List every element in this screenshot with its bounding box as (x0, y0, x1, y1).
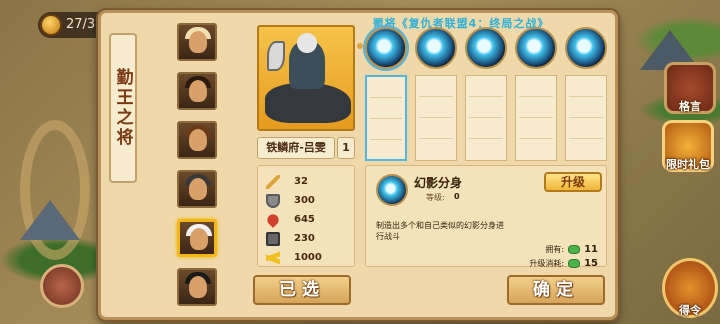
skill-swirl-icon[interactable] (415, 27, 457, 69)
skill-name: 幻影分身 (414, 176, 463, 190)
motto-button[interactable]: 格言 (664, 62, 716, 114)
skill-column[interactable] (465, 27, 509, 161)
stat-attack: 32 (266, 172, 350, 191)
joystick-icon[interactable] (40, 264, 84, 308)
owned-value: 11 (584, 244, 598, 255)
map-mountain (20, 200, 80, 240)
coin-icon (40, 14, 62, 36)
hero-stats: 32 300 645 230 1000 (257, 165, 355, 267)
hero-portrait[interactable] (177, 170, 217, 208)
skill-wave-icon[interactable] (465, 27, 507, 69)
stat-energy: 1000 (266, 248, 350, 267)
cost-label: 升级消耗: (529, 259, 565, 268)
skill-description: 制造出多个和自己类似的幻影分身进行战斗 (376, 221, 504, 241)
cost-value: 15 (584, 258, 598, 269)
limited-gift-button[interactable]: 限时礼包 (662, 120, 714, 172)
hero-portrait[interactable] (177, 72, 217, 110)
upgrade-button[interactable]: 升级 (544, 172, 602, 192)
owned-label: 拥有: (545, 245, 565, 254)
skill-slot-stack (515, 75, 557, 161)
hero-portrait-list (177, 23, 221, 317)
skill-column[interactable] (365, 27, 409, 161)
hero-face (189, 31, 207, 53)
hero-head (297, 33, 317, 53)
armor-icon (266, 231, 280, 246)
hero-face (189, 129, 207, 151)
motto-button-label: 格言 (679, 100, 701, 113)
upgrade-cost: 升级消耗: 15 (529, 258, 598, 269)
gem-icon (568, 245, 581, 254)
gem-icon (568, 259, 581, 268)
skill-slot-stack (465, 75, 507, 161)
stat-defense: 300 (266, 191, 350, 210)
panel-banner: 勤王之将 (109, 33, 137, 183)
bolt-icon (266, 250, 280, 265)
skill-tornado-icon (376, 174, 408, 206)
hero-level: 1 (337, 137, 355, 159)
hero-portrait[interactable] (177, 268, 217, 306)
skill-column[interactable] (415, 27, 459, 161)
stat-armor: 230 (266, 229, 350, 248)
hero-face (189, 178, 207, 200)
hero-face (190, 228, 208, 250)
hero-face (189, 276, 207, 298)
skill-column[interactable] (565, 27, 609, 161)
stat-value: 32 (294, 176, 308, 187)
axe-icon (267, 41, 285, 71)
skill-slot-stack (365, 75, 407, 161)
stat-value: 1000 (294, 252, 322, 263)
stat-value: 230 (294, 233, 315, 244)
confirm-button[interactable]: 确定 (507, 275, 605, 305)
hero-portrait[interactable] (177, 121, 217, 159)
limited-gift-label: 限时礼包 (666, 158, 710, 171)
skill-level-value: 0 (454, 192, 460, 201)
hero-select-panel: 蜀将《复仇者联盟4：终局之战》 勤王之将 铁鳞府-吕雯 1 32 300 645… (98, 10, 618, 320)
hero-name: 铁鳞府-吕雯 (257, 137, 335, 159)
heart-icon (265, 211, 281, 228)
hero-portrait[interactable] (177, 23, 217, 61)
sword-icon (266, 174, 280, 189)
status-dot (357, 43, 363, 49)
hero-portrait-selected[interactable] (177, 219, 217, 257)
skill-column[interactable] (515, 27, 559, 161)
skill-tornado-icon[interactable] (365, 27, 407, 69)
hero-art (257, 25, 355, 131)
skill-wind-icon[interactable] (515, 27, 557, 69)
order-button[interactable]: 得令 (662, 258, 718, 318)
shield-icon (266, 193, 280, 208)
skill-level-label: 等级: (426, 193, 445, 202)
selected-button[interactable]: 已选 (253, 275, 351, 305)
hero-face (189, 80, 207, 102)
order-button-label: 得令 (679, 304, 701, 317)
stat-health: 645 (265, 210, 350, 229)
skill-detail: 幻影分身 等级: 0 升级 制造出多个和自己类似的幻影分身进行战斗 拥有: 11… (365, 165, 607, 269)
stat-value: 300 (294, 195, 315, 206)
skill-spark-icon[interactable] (565, 27, 607, 69)
panther-mount (265, 83, 351, 123)
skill-slot-stack (565, 75, 607, 161)
owned-resource: 拥有: 11 (545, 244, 598, 255)
stat-value: 645 (294, 214, 315, 225)
skill-slot-stack (415, 75, 457, 161)
